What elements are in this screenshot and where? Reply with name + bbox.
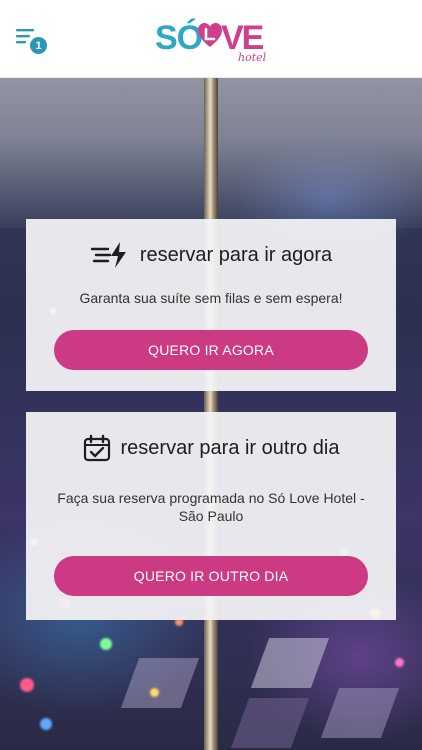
reserve-now-title: reservar para ir agora: [139, 243, 333, 266]
reserve-later-header: reservar para ir outro dia: [26, 434, 396, 462]
reserve-now-card: reservar para ir agora Garanta sua suíte…: [26, 219, 396, 391]
speed-lightning-icon: [90, 242, 126, 268]
logo-text-so: SÓ: [155, 19, 203, 57]
logo-heart-l-icon: [198, 23, 222, 47]
calendar-check-icon: [83, 434, 110, 462]
logo-tagline: hotel: [238, 51, 267, 64]
reserve-now-header: reservar para ir agora: [26, 241, 396, 269]
so-love-hotel-logo: SÓ VE hotel: [155, 14, 267, 64]
app-header: 1 SÓ VE hotel: [0, 0, 422, 78]
reserve-now-description: Garanta sua suíte sem filas e sem espera…: [79, 290, 343, 306]
reserve-later-button[interactable]: QUERO IR OUTRO DIA: [54, 556, 368, 596]
reserve-later-card: reservar para ir outro dia Faça sua rese…: [26, 412, 396, 620]
reserve-later-title: reservar para ir outro dia: [120, 436, 340, 459]
notification-badge: 1: [29, 36, 48, 55]
reserve-later-description: Faça sua reserva programada no Só Love H…: [57, 490, 365, 524]
reserve-now-button[interactable]: QUERO IR AGORA: [54, 330, 368, 370]
